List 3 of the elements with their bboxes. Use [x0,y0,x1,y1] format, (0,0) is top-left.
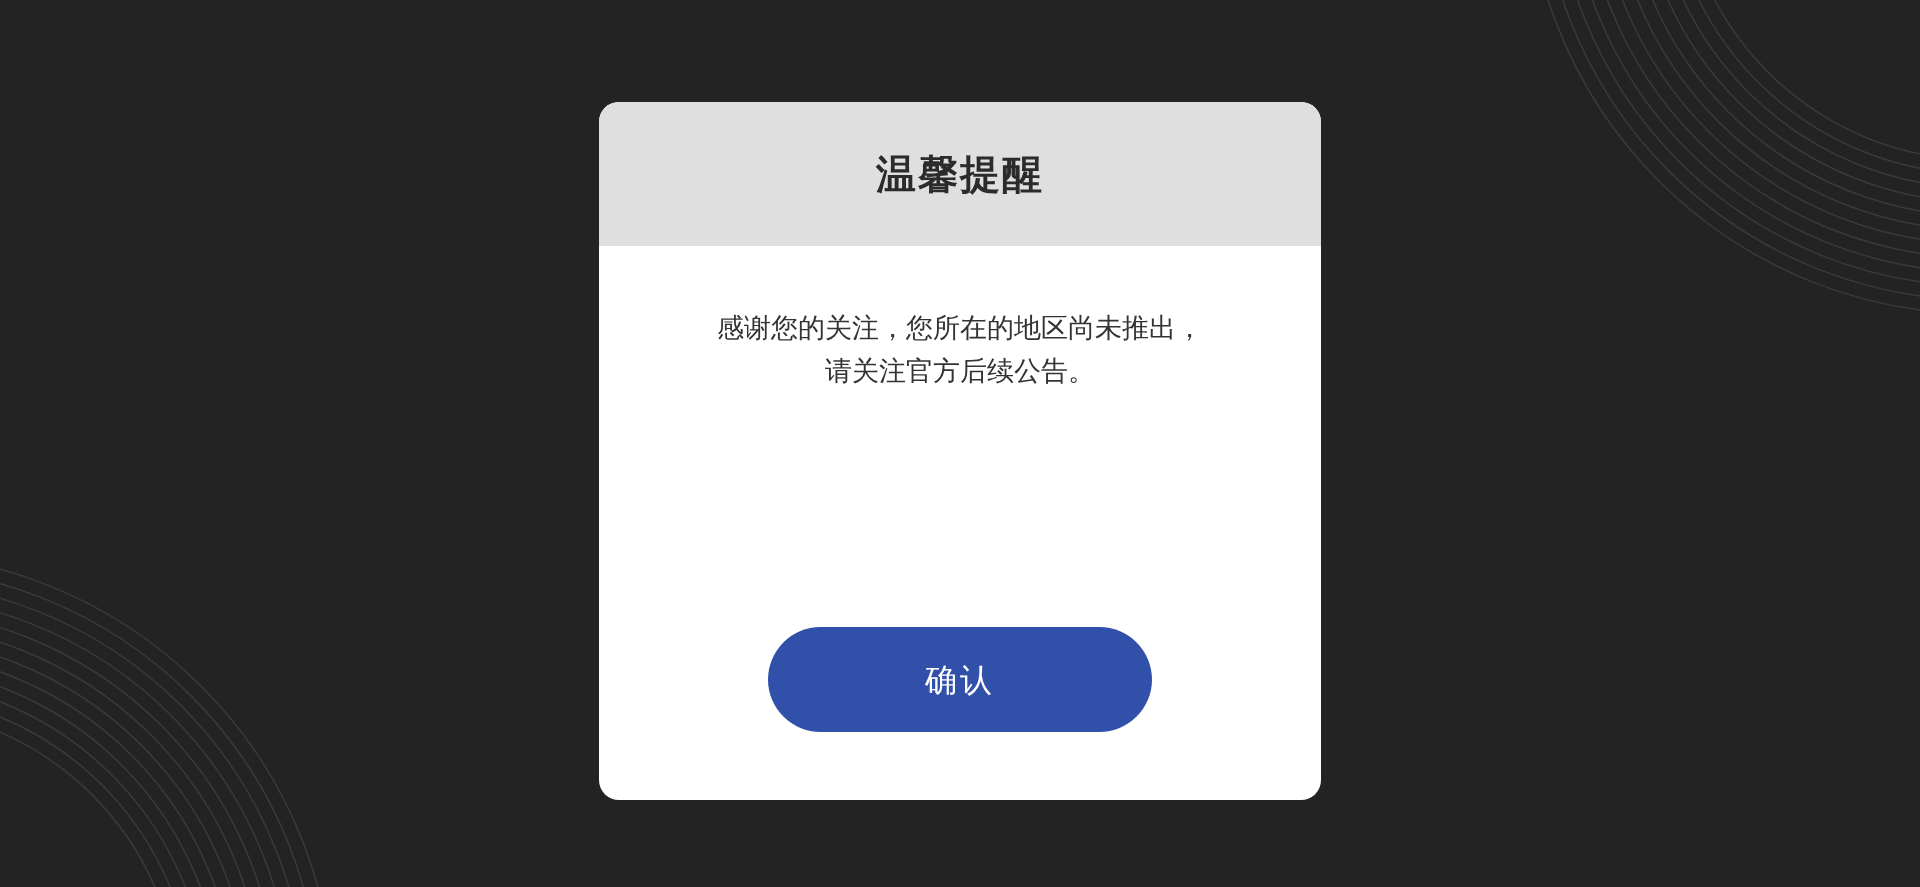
dialog-title: 温馨提醒 [876,150,1044,199]
dialog-message: 感谢您的关注，您所在的地区尚未推出， 请关注官方后续公告。 [717,311,1203,388]
confirm-button[interactable]: 确认 [768,627,1152,732]
